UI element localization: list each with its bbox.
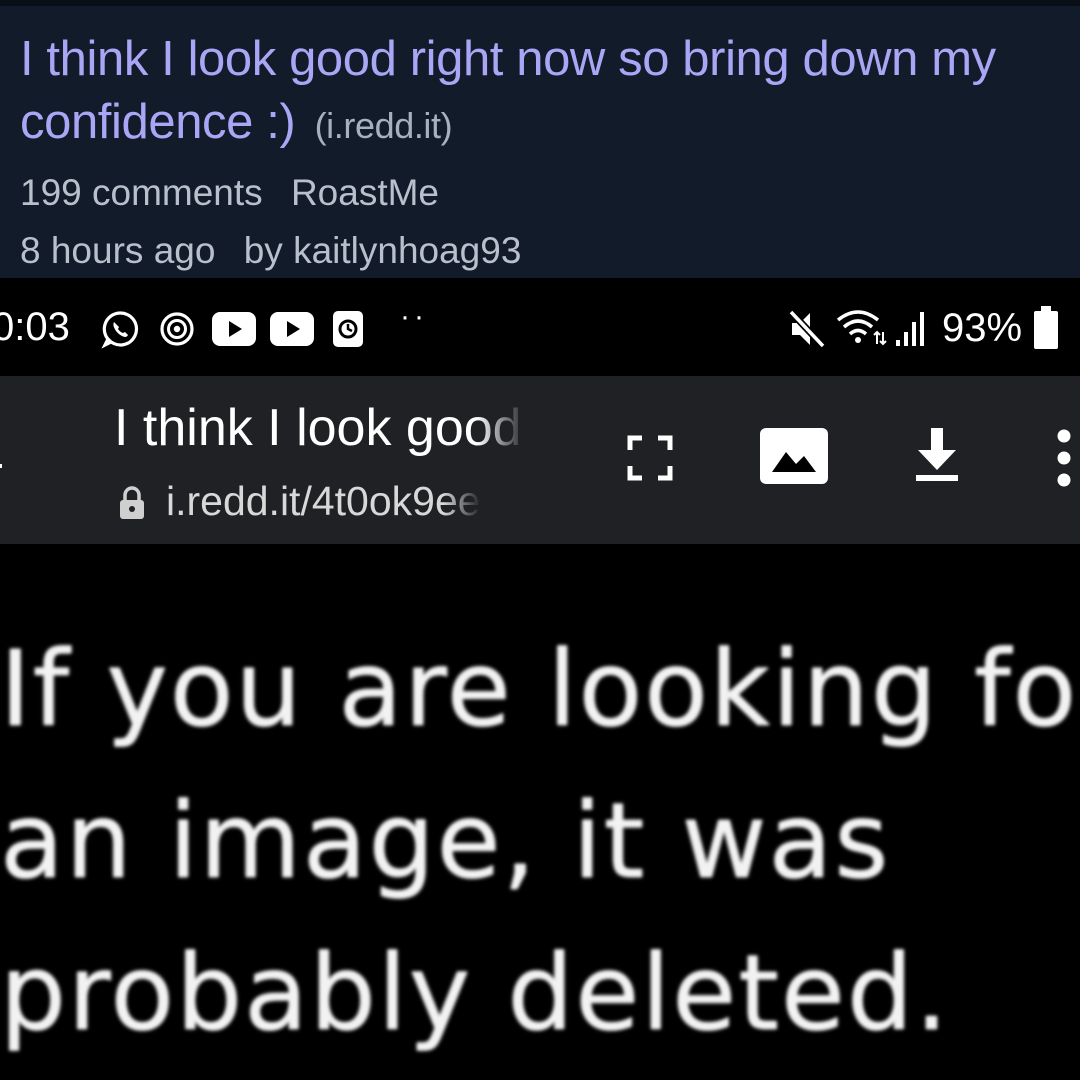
post-meta-row: 199 comments RoastMe <box>20 172 457 214</box>
signal-icon <box>896 312 924 346</box>
comments-link[interactable]: 199 comments <box>20 172 263 213</box>
wifi-icon <box>836 310 887 346</box>
post-title-text[interactable]: I think I look good right now so bring d… <box>20 32 996 149</box>
notification-overflow: ·· <box>400 300 428 333</box>
author-link[interactable]: by kaitlynhoag93 <box>244 230 522 271</box>
status-time: 0:03 <box>0 305 70 349</box>
mute-icon <box>788 309 826 349</box>
post-title[interactable]: I think I look good right now so bring d… <box>20 28 1070 157</box>
battery-icon <box>1034 306 1058 349</box>
threads-icon <box>160 312 194 346</box>
youtube-icon <box>270 312 314 346</box>
image-icon[interactable] <box>760 428 828 484</box>
browser-toolbar: I think I look good right now so bring d… <box>0 376 1080 544</box>
page-title: I think I look good right now so bring d… <box>114 399 526 457</box>
back-arrow-icon[interactable] <box>0 446 10 495</box>
deleted-message-line: an image, it was <box>0 780 891 902</box>
download-icon[interactable] <box>912 426 962 482</box>
url-text: i.redd.it/4t0ok9ee <box>166 478 481 524</box>
deleted-message-line: probably deleted. <box>0 932 951 1054</box>
post-domain[interactable]: (i.redd.it) <box>315 105 453 146</box>
lock-icon <box>120 486 144 519</box>
post-card[interactable]: I think I look good right now so bring d… <box>0 0 1080 278</box>
status-bar: 0:03 ·· 93% <box>0 278 1080 376</box>
subreddit-link[interactable]: RoastMe <box>291 172 439 213</box>
youtube-icon <box>212 312 256 346</box>
battery-percentage: 93% <box>942 306 1023 350</box>
fullscreen-icon[interactable] <box>626 434 674 482</box>
whatsapp-icon <box>101 311 139 349</box>
url-bar[interactable]: i.redd.it/4t0ok9ee <box>118 476 538 532</box>
clock-app-icon <box>333 311 363 347</box>
deleted-message-line: If you are looking for <box>0 628 1080 750</box>
post-meta-row: 8 hours ago by kaitlynhoag93 <box>20 230 539 272</box>
more-vert-icon[interactable] <box>1052 428 1076 488</box>
deleted-image-placeholder: If you are looking for an image, it was … <box>0 544 1080 1080</box>
post-age: 8 hours ago <box>20 230 216 271</box>
